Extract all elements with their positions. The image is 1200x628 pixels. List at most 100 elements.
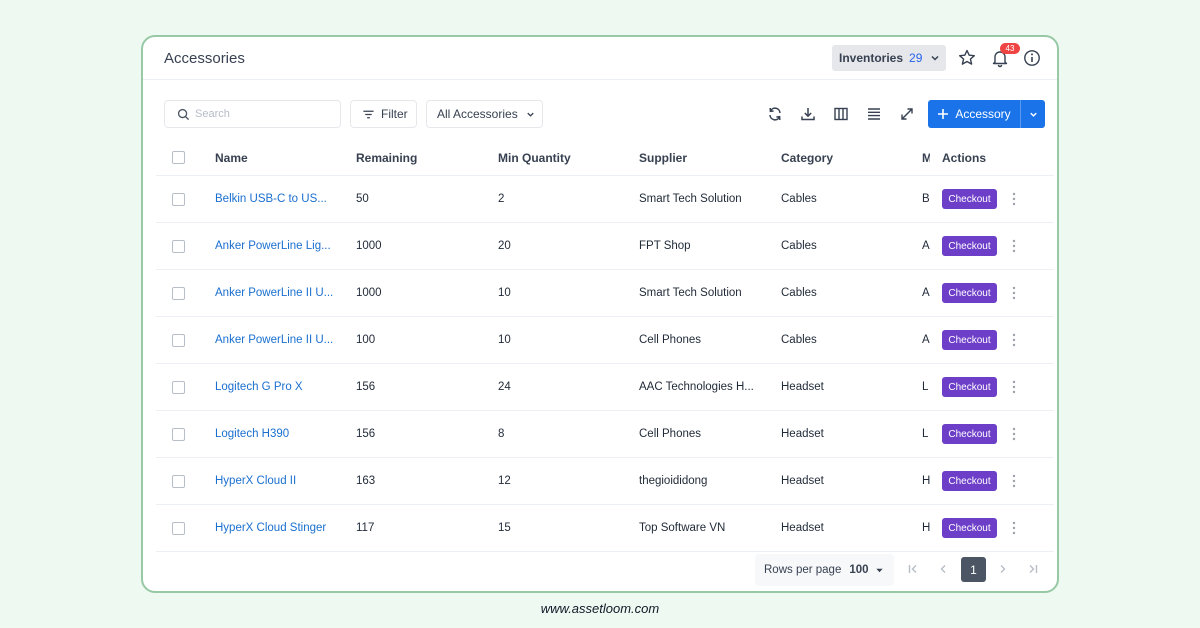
cell-name[interactable]: Logitech G Pro X — [215, 364, 340, 410]
cell-category: Cables — [781, 334, 817, 346]
cell-name[interactable]: HyperX Cloud Stinger — [215, 505, 340, 551]
cell-category: Cables — [781, 240, 817, 252]
next-page-icon[interactable] — [996, 562, 1010, 576]
download-icon[interactable] — [799, 105, 817, 123]
checkout-button[interactable]: Checkout — [942, 189, 997, 209]
cell-truncated: H — [922, 522, 930, 534]
table-row: Belkin USB-C to US... 50 2 Smart Tech Solut… — [156, 176, 1054, 223]
last-page-icon[interactable] — [1026, 562, 1040, 576]
kebab-icon[interactable] — [1011, 521, 1017, 535]
cell-remaining: 1000 — [356, 240, 382, 252]
cell-name[interactable]: Logitech H390 — [215, 411, 340, 457]
columns-icon[interactable] — [832, 105, 850, 123]
refresh-icon[interactable] — [766, 105, 784, 123]
checkout-button[interactable]: Checkout — [942, 471, 997, 491]
star-icon[interactable] — [957, 48, 977, 68]
first-page-icon[interactable] — [906, 562, 920, 576]
kebab-icon[interactable] — [1011, 333, 1017, 347]
row-checkbox[interactable] — [172, 380, 185, 394]
row-checkbox[interactable] — [172, 333, 185, 347]
fullscreen-icon[interactable] — [898, 105, 916, 123]
cell-remaining: 156 — [356, 381, 376, 393]
inventories-label: Inventories — [839, 51, 904, 65]
category-select-value: All Accessories — [437, 107, 518, 121]
add-accessory-button[interactable]: Accessory — [928, 100, 1020, 128]
cell-min-quantity: 2 — [498, 193, 505, 205]
toolbar: Filter All Accessories Accessory — [143, 100, 1057, 130]
kebab-icon[interactable] — [1011, 192, 1017, 206]
add-accessory-menu-button[interactable] — [1020, 100, 1045, 128]
cell-category: Headset — [781, 381, 824, 393]
rows-per-page-select[interactable]: Rows per page 100 — [755, 554, 894, 586]
density-icon[interactable] — [865, 105, 883, 123]
cell-name[interactable]: Anker PowerLine Lig... — [215, 223, 340, 269]
chevron-down-icon — [526, 112, 534, 117]
kebab-icon[interactable] — [1011, 427, 1017, 441]
column-header-remaining[interactable]: Remaining — [356, 140, 417, 175]
cell-truncated: A — [922, 240, 930, 252]
filter-button[interactable]: Filter — [350, 100, 417, 128]
cell-category: Cables — [781, 287, 817, 299]
column-header-min-quantity[interactable]: Min Quantity — [498, 140, 571, 175]
accessories-table: Name Remaining Min Quantity Supplier Cat… — [156, 140, 1054, 552]
row-checkbox[interactable] — [172, 427, 185, 441]
category-select[interactable]: All Accessories — [426, 100, 543, 128]
table-row: Anker PowerLine Lig... 1000 20 FPT Shop Cabl… — [156, 223, 1054, 270]
cell-supplier: thegioididong — [639, 475, 708, 487]
checkout-button[interactable]: Checkout — [942, 283, 997, 303]
cell-remaining: 100 — [356, 334, 376, 346]
cell-truncated: L — [922, 428, 929, 440]
column-header-category[interactable]: Category — [781, 140, 833, 175]
checkout-button[interactable]: Checkout — [942, 518, 997, 538]
current-page-button[interactable]: 1 — [961, 557, 986, 582]
plus-icon — [938, 109, 949, 119]
select-all-checkbox[interactable] — [172, 151, 185, 164]
table-row: Logitech H390 156 8 Cell Phones Headset L Chec… — [156, 411, 1054, 458]
cell-name[interactable]: Anker PowerLine II U... — [215, 270, 340, 316]
page-title: Accessories — [164, 50, 245, 67]
row-checkbox[interactable] — [172, 286, 185, 300]
checkout-button[interactable]: Checkout — [942, 236, 997, 256]
row-checkbox[interactable] — [172, 474, 185, 488]
cell-name[interactable]: HyperX Cloud II — [215, 458, 340, 504]
cell-min-quantity: 10 — [498, 287, 511, 299]
kebab-icon[interactable] — [1011, 286, 1017, 300]
cell-category: Headset — [781, 522, 824, 534]
table-row: Logitech G Pro X 156 24 AAC Technologies H.… — [156, 364, 1054, 411]
row-checkbox[interactable] — [172, 192, 185, 206]
card-header: Accessories Inventories 29 43 — [143, 37, 1057, 80]
row-checkbox[interactable] — [172, 239, 185, 253]
cell-truncated: A — [922, 334, 930, 346]
inventories-count: 29 — [909, 51, 923, 65]
cell-supplier: Smart Tech Solution — [639, 193, 742, 205]
kebab-icon[interactable] — [1011, 380, 1017, 394]
cell-supplier: Smart Tech Solution — [639, 287, 742, 299]
search-box[interactable] — [164, 100, 341, 128]
cell-truncated: A — [922, 287, 930, 299]
cell-min-quantity: 10 — [498, 334, 511, 346]
cell-name[interactable]: Anker PowerLine II U... — [215, 317, 340, 363]
column-header-supplier[interactable]: Supplier — [639, 140, 687, 175]
table-header-row: Name Remaining Min Quantity Supplier Cat… — [156, 140, 1054, 176]
table-row: Anker PowerLine II U... 1000 10 Smart Tech … — [156, 270, 1054, 317]
table-row: Anker PowerLine II U... 100 10 Cell Phones C… — [156, 317, 1054, 364]
cell-supplier: Cell Phones — [639, 428, 702, 440]
cell-name[interactable]: Belkin USB-C to US... — [215, 176, 340, 222]
site-url: www.assetloom.com — [540, 601, 660, 616]
kebab-icon[interactable] — [1011, 239, 1017, 253]
search-input[interactable] — [195, 108, 335, 120]
prev-page-icon[interactable] — [936, 562, 950, 576]
column-header-truncated[interactable]: M — [922, 140, 930, 175]
column-header-name[interactable]: Name — [215, 140, 248, 175]
checkout-button[interactable]: Checkout — [942, 424, 997, 444]
row-checkbox[interactable] — [172, 521, 185, 535]
kebab-icon[interactable] — [1011, 474, 1017, 488]
cell-remaining: 50 — [356, 193, 369, 205]
cell-truncated: L — [922, 381, 929, 393]
inventories-select[interactable]: Inventories 29 — [832, 45, 946, 71]
checkout-button[interactable]: Checkout — [942, 330, 997, 350]
notification-badge: 43 — [1000, 43, 1020, 54]
checkout-button[interactable]: Checkout — [942, 377, 997, 397]
info-icon[interactable] — [1022, 48, 1042, 68]
filter-label: Filter — [381, 107, 408, 121]
